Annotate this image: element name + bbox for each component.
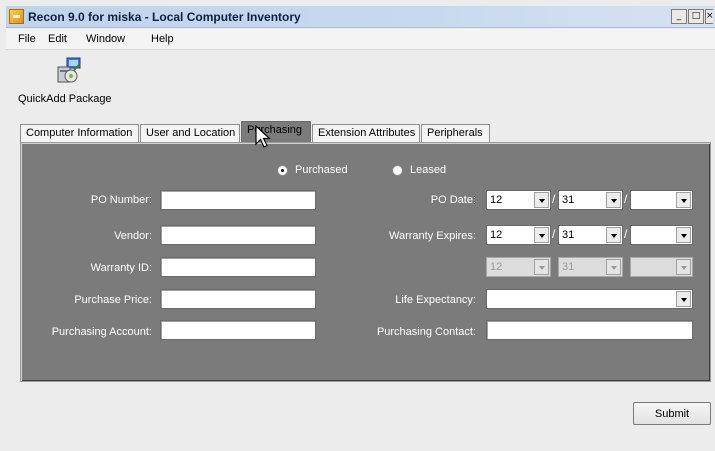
lease-expires-year-select xyxy=(630,257,693,277)
po-date-day-select[interactable]: 31 xyxy=(558,190,623,210)
vendor-input[interactable] xyxy=(160,225,316,245)
warranty-expires-month-value: 12 xyxy=(490,229,503,241)
warranty-expires-day-select[interactable]: 31 xyxy=(558,225,623,245)
purchase-price-input[interactable] xyxy=(160,289,316,309)
po-date-month-value: 12 xyxy=(490,194,503,206)
purchased-radio-label: Purchased xyxy=(295,164,348,176)
purchasing-contact-label: Purchasing Contact: xyxy=(376,326,476,338)
po-date-day-value: 31 xyxy=(562,194,575,206)
chevron-down-icon[interactable] xyxy=(606,227,621,243)
tab-computer-information[interactable]: Computer Information xyxy=(20,124,139,143)
po-date-label: PO Date: xyxy=(430,194,476,206)
radio-checked-icon xyxy=(277,164,288,176)
chevron-down-icon[interactable] xyxy=(606,192,621,208)
po-number-input[interactable] xyxy=(160,190,316,210)
lease-expires-month-value: 12 xyxy=(490,261,503,273)
menu-file[interactable]: File xyxy=(18,33,36,45)
warranty-id-input[interactable] xyxy=(160,257,316,277)
chevron-down-icon[interactable] xyxy=(534,192,549,208)
chevron-down-icon[interactable] xyxy=(676,192,691,208)
chevron-down-icon xyxy=(676,259,691,275)
minimize-icon[interactable]: _ xyxy=(671,9,687,24)
toolbar-divider xyxy=(6,49,715,50)
warranty-expires-day-value: 31 xyxy=(562,229,575,241)
quickadd-package-button[interactable]: QuickAdd Package xyxy=(18,54,122,110)
lease-expires-day-value: 31 xyxy=(562,261,575,273)
date-separator: / xyxy=(552,227,556,241)
recon-app-icon xyxy=(9,9,24,24)
chevron-down-icon xyxy=(534,259,549,275)
quickadd-package-label: QuickAdd Package xyxy=(18,93,112,105)
purchase-price-label: Purchase Price: xyxy=(74,294,152,306)
date-separator: / xyxy=(624,227,628,241)
leased-radio-label: Leased xyxy=(410,164,447,176)
purchasing-account-label: Purchasing Account: xyxy=(51,326,152,338)
chevron-down-icon[interactable] xyxy=(534,227,549,243)
menu-help[interactable]: Help xyxy=(151,33,174,45)
window-title: Recon 9.0 for miska - Local Computer Inv… xyxy=(28,10,301,24)
chevron-down-icon[interactable] xyxy=(676,227,691,243)
mouse-pointer-icon xyxy=(255,125,272,148)
tab-peripherals[interactable]: Peripherals xyxy=(421,124,490,143)
po-number-label: PO Number: xyxy=(90,194,152,206)
purchased-radio[interactable]: Purchased xyxy=(277,164,348,176)
warranty-expires-year-select[interactable] xyxy=(630,225,693,245)
tab-extension-attributes[interactable]: Extension Attributes xyxy=(312,124,420,143)
purchasing-account-input[interactable] xyxy=(160,320,316,340)
vendor-label: Vendor: xyxy=(114,230,152,242)
app-window: Recon 9.0 for miska - Local Computer Inv… xyxy=(0,0,715,451)
purchasing-contact-input[interactable] xyxy=(486,320,693,340)
maximize-icon[interactable]: □ xyxy=(688,9,704,24)
radio-unchecked-icon xyxy=(392,164,403,176)
date-separator: / xyxy=(624,192,628,206)
purchasing-panel: Purchased Leased PO Number: Vendor: Warr… xyxy=(20,142,711,382)
chevron-down-icon xyxy=(606,259,621,275)
chevron-down-icon[interactable] xyxy=(676,291,691,307)
submit-button[interactable]: Submit xyxy=(633,402,711,425)
life-expectancy-label: Life Expectancy: xyxy=(395,294,476,306)
package-install-icon xyxy=(57,57,81,83)
window-controls: _ □ × xyxy=(671,9,713,24)
close-icon[interactable]: × xyxy=(705,9,713,24)
menu-bar: File Edit Window Help xyxy=(6,29,715,49)
leased-radio[interactable]: Leased xyxy=(392,164,446,176)
warranty-expires-month-select[interactable]: 12 xyxy=(486,225,551,245)
tab-user-and-location[interactable]: User and Location xyxy=(140,124,240,143)
title-bar[interactable]: Recon 9.0 for miska - Local Computer Inv… xyxy=(6,6,715,28)
life-expectancy-select[interactable] xyxy=(486,289,693,309)
warranty-id-label: Warranty ID: xyxy=(90,262,152,274)
po-date-month-select[interactable]: 12 xyxy=(486,190,551,210)
warranty-expires-label: Warranty Expires: xyxy=(388,230,476,242)
menu-window[interactable]: Window xyxy=(86,33,125,45)
lease-expires-month-select: 12 xyxy=(486,257,551,277)
date-separator: / xyxy=(552,192,556,206)
tab-purchasing[interactable]: Purchasing xyxy=(241,121,311,144)
lease-expires-day-select: 31 xyxy=(558,257,623,277)
po-date-year-select[interactable] xyxy=(630,190,693,210)
menu-edit[interactable]: Edit xyxy=(48,33,67,45)
